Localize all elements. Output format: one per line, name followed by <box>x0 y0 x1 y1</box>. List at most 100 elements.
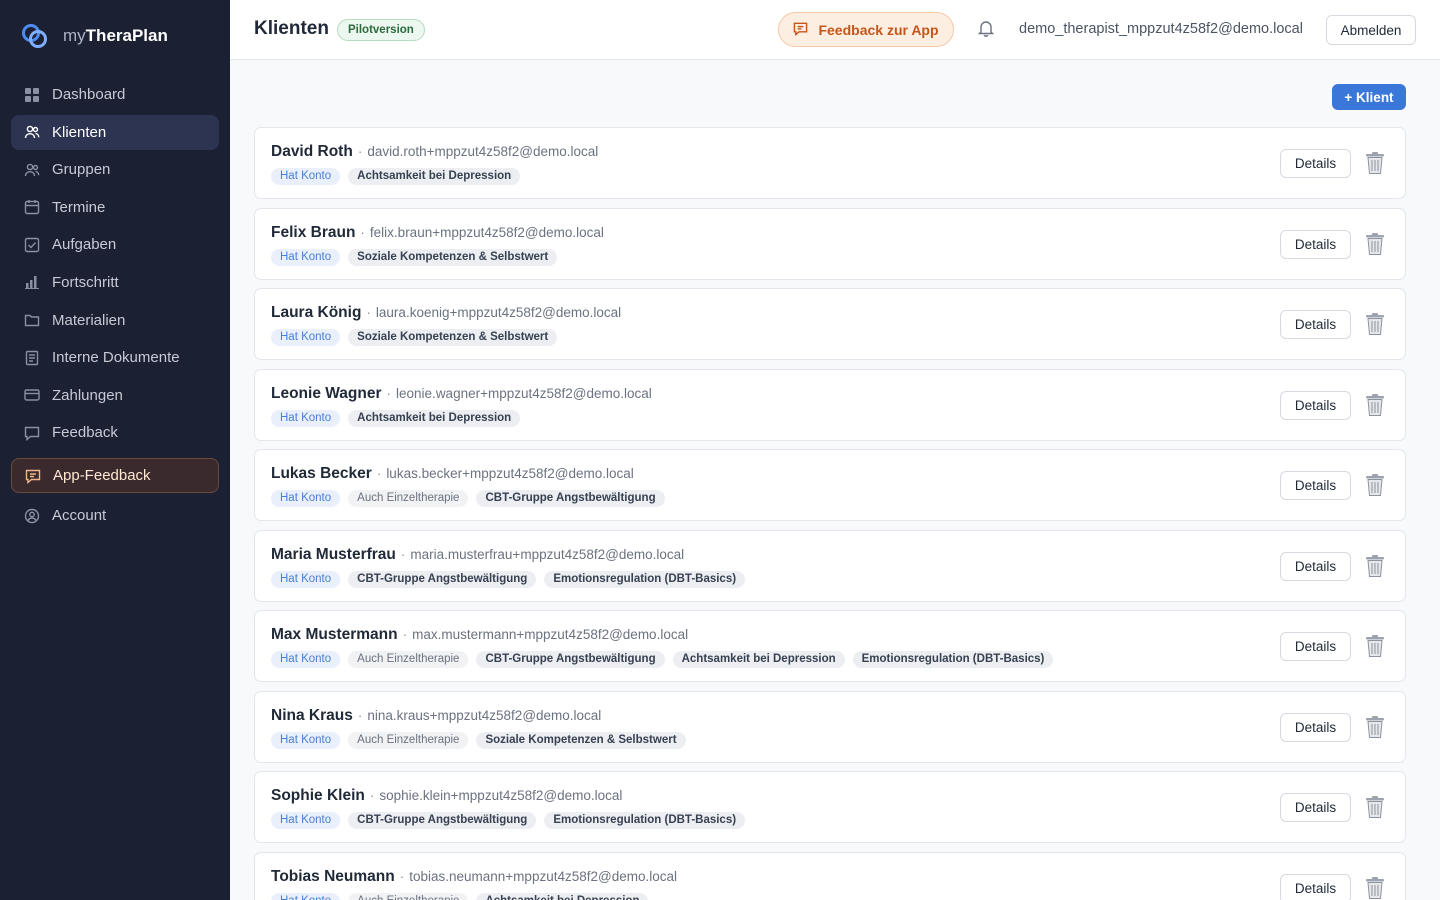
sidebar-item-klienten[interactable]: Klienten <box>11 114 219 150</box>
separator: · <box>399 868 405 884</box>
separator: · <box>357 144 363 159</box>
client-name: Felix Braun <box>271 223 356 241</box>
sidebar-item-label: Termine <box>52 198 106 216</box>
app-feedback-button[interactable]: Feedback zur App <box>778 12 954 47</box>
client-card: Leonie Wagner · leonie.wagner+mppzut4z58f2… <box>254 368 1406 441</box>
sidebar-item-label: Gruppen <box>52 161 111 179</box>
client-tags: Hat Konto Achtsamkeit bei Depression <box>271 168 521 185</box>
logout-button[interactable]: Abmelden <box>1326 15 1416 45</box>
sidebar-item-aufgaben[interactable]: Aufgaben <box>11 227 219 262</box>
sidebar-item-gruppen[interactable]: Gruppen <box>11 152 219 187</box>
trash-icon[interactable] <box>1364 554 1386 578</box>
trash-icon[interactable] <box>1364 312 1386 336</box>
separator: · <box>357 707 363 723</box>
client-name: Nina Kraus <box>271 706 353 724</box>
sidebar-item-termine[interactable]: Termine <box>11 190 219 225</box>
sidebar-item-interne-dokumente[interactable]: Interne Dokumente <box>11 340 219 375</box>
account-badge: Hat Konto <box>271 490 341 507</box>
app-feedback-label: Feedback zur App <box>818 21 939 38</box>
add-client-button[interactable]: + Klient <box>1332 84 1406 110</box>
individual-therapy-badge: Auch Einzeltherapie <box>348 892 469 900</box>
document-icon <box>24 350 40 366</box>
client-email: sophie.klein+mppzut4z58f2@demo.local <box>379 788 623 803</box>
sidebar-item-fortschritt[interactable]: Fortschritt <box>11 265 219 300</box>
client-tags: Hat Konto CBT-Gruppe Angstbewältigung Emot… <box>271 570 746 588</box>
credit-card-icon <box>24 387 40 403</box>
sidebar-item-label: Aufgaben <box>52 236 117 254</box>
sidebar-item-account[interactable]: Account <box>11 498 219 533</box>
sidebar-item-dashboard[interactable]: Dashboard <box>11 77 219 112</box>
client-header: Maria Musterfrau · maria.musterfrau+mppzut… <box>271 546 684 564</box>
client-tags: Hat Konto Soziale Kompetenzen & Selbstwer… <box>271 248 558 266</box>
separator: · <box>360 224 365 240</box>
individual-therapy-badge: Auch Einzeltherapie <box>348 731 469 749</box>
separator: · <box>400 546 406 562</box>
chat-lines-icon <box>793 21 808 39</box>
details-button[interactable]: Details <box>1280 229 1351 259</box>
separator: · <box>386 385 392 401</box>
sidebar-item-materialien[interactable]: Materialien <box>11 303 219 338</box>
trash-icon[interactable] <box>1364 715 1386 739</box>
folder-icon <box>24 312 40 328</box>
trash-icon[interactable] <box>1364 473 1386 497</box>
details-button[interactable]: Details <box>1280 712 1351 742</box>
client-tags: Hat Konto Auch Einzeltherapie Achtsamkeit … <box>271 892 649 900</box>
trash-icon[interactable] <box>1364 795 1386 819</box>
group-badge: CBT-Gruppe Angstbewältigung <box>476 651 665 668</box>
details-button[interactable]: Details <box>1280 632 1351 661</box>
sidebar-item-app-feedback[interactable]: App-Feedback <box>11 458 219 494</box>
user-email: demo_therapist_mppzut4z58f2@demo.local <box>1019 21 1303 37</box>
bell-icon[interactable] <box>977 19 995 37</box>
chat-lines-icon <box>25 468 41 484</box>
details-button[interactable]: Details <box>1280 873 1351 900</box>
client-name: Laura König <box>271 304 362 321</box>
details-button[interactable]: Details <box>1280 551 1351 581</box>
client-header: Max Mustermann · max.mustermann+mppzut4z58… <box>271 626 688 644</box>
group-badge: Achtsamkeit bei Depression <box>672 651 845 668</box>
details-button[interactable]: Details <box>1280 390 1351 420</box>
page-title: Klienten <box>254 18 329 39</box>
trash-icon[interactable] <box>1364 151 1386 175</box>
client-header: Lukas Becker · lukas.becker+mppzut4z58f2@d… <box>271 465 634 483</box>
account-badge: Hat Konto <box>271 329 341 346</box>
details-button[interactable]: Details <box>1280 310 1351 339</box>
group-badge: Emotionsregulation (DBT-Basics) <box>544 812 746 829</box>
brand-name: myTheraPlan <box>63 26 168 45</box>
top-bar: Klienten Pilotversion Feedback zur App d… <box>230 0 1440 60</box>
client-card: Laura König · laura.koenig+mppzut4z58f2@de… <box>254 288 1406 360</box>
details-button[interactable]: Details <box>1280 471 1351 500</box>
client-name: Maria Musterfrau <box>271 545 396 563</box>
trash-icon[interactable] <box>1364 876 1386 900</box>
client-email: felix.braun+mppzut4z58f2@demo.local <box>369 224 604 240</box>
sidebar-item-zahlungen[interactable]: Zahlungen <box>11 378 219 413</box>
client-email: laura.koenig+mppzut4z58f2@demo.local <box>375 305 622 320</box>
group-icon <box>24 162 40 178</box>
client-header: Laura König · laura.koenig+mppzut4z58f2@de… <box>271 304 621 322</box>
account-badge: Hat Konto <box>271 731 341 749</box>
client-card: Max Mustermann · max.mustermann+mppzut4z58… <box>254 610 1406 682</box>
trash-icon[interactable] <box>1364 393 1386 417</box>
sidebar-item-label: Materialien <box>52 311 126 329</box>
trash-icon[interactable] <box>1364 634 1386 658</box>
users-icon <box>24 124 40 140</box>
client-name: Max Mustermann <box>271 626 398 643</box>
client-tags: Hat Konto Achtsamkeit bei Depression <box>271 409 521 427</box>
details-button[interactable]: Details <box>1280 793 1351 822</box>
client-tags: Hat Konto Soziale Kompetenzen & Selbstwer… <box>271 329 558 346</box>
client-name: Sophie Klein <box>271 787 365 804</box>
chat-icon <box>24 425 40 441</box>
client-card: Nina Kraus · nina.kraus+mppzut4z58f2@demo.… <box>254 690 1406 763</box>
client-email: david.roth+mppzut4z58f2@demo.local <box>367 144 599 159</box>
sidebar-item-feedback[interactable]: Feedback <box>11 415 219 450</box>
brand[interactable]: myTheraPlan <box>21 22 168 50</box>
details-button[interactable]: Details <box>1280 149 1351 178</box>
group-badge: CBT-Gruppe Angstbewältigung <box>476 490 665 507</box>
individual-therapy-badge: Auch Einzeltherapie <box>348 490 469 507</box>
individual-therapy-badge: Auch Einzeltherapie <box>348 651 469 668</box>
client-email: lukas.becker+mppzut4z58f2@demo.local <box>386 466 634 481</box>
trash-icon[interactable] <box>1364 232 1386 256</box>
client-header: Nina Kraus · nina.kraus+mppzut4z58f2@demo.… <box>271 707 601 725</box>
client-tags: Hat Konto Auch Einzeltherapie CBT-Gruppe A… <box>271 490 665 507</box>
client-email: nina.kraus+mppzut4z58f2@demo.local <box>367 707 602 723</box>
client-header: Sophie Klein · sophie.klein+mppzut4z58f2@d… <box>271 787 622 805</box>
